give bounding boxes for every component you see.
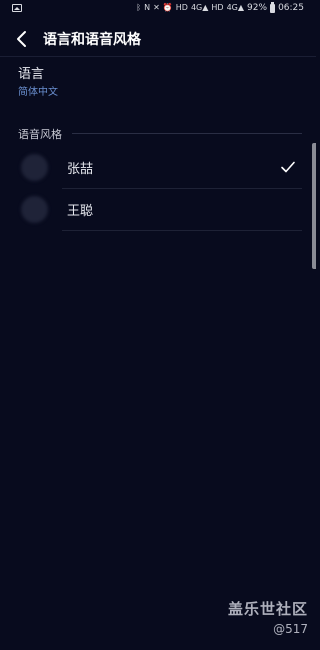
avatar (21, 154, 48, 181)
mute-icon: ✕ (153, 3, 160, 12)
clock: 06:25 (278, 3, 304, 13)
voice-option-wangcong[interactable]: 王聪 (0, 189, 316, 231)
bluetooth-icon: ᛒ (136, 3, 142, 12)
language-setting-row[interactable]: 语言 简体中文 (0, 57, 316, 103)
back-button[interactable] (10, 27, 34, 51)
back-arrow-icon (17, 31, 26, 47)
battery-icon (270, 1, 276, 13)
voice-style-header: 语音风格 (18, 128, 62, 141)
watermark-user: @517 (273, 622, 308, 636)
status-bar: ᛒ N ✕ ⏰ HD 4G▲ HD 4G▲ 92% 06:25 (0, 0, 316, 20)
nfc-icon: N (144, 3, 151, 12)
row-divider (62, 230, 302, 231)
language-title: 语言 (18, 67, 45, 82)
app-bar: 语言和语音风格 (0, 20, 316, 58)
battery-percent: 92% (247, 3, 268, 13)
4g-signal-icon: 4G▲ (190, 3, 209, 12)
section-divider (72, 133, 302, 134)
check-icon (281, 161, 295, 173)
watermark: 盖乐世社区 @517 (228, 598, 308, 636)
4g-signal-icon-2: 4G▲ (226, 3, 245, 12)
scrollbar[interactable] (312, 143, 316, 269)
voice-option-zhangzhe[interactable]: 张喆 (0, 147, 316, 189)
alarm-icon: ⏰ (162, 3, 173, 12)
hd-icon: HD (175, 3, 188, 12)
gallery-icon (12, 4, 22, 12)
voice-name: 张喆 (67, 162, 94, 177)
hd-icon-2: HD (211, 3, 224, 12)
avatar (21, 196, 48, 223)
page-title: 语言和语音风格 (43, 32, 141, 48)
status-right: ᛒ N ✕ ⏰ HD 4G▲ HD 4G▲ 92% 06:25 (136, 1, 304, 13)
status-left (12, 4, 22, 15)
language-value: 简体中文 (18, 87, 58, 98)
watermark-title: 盖乐世社区 (227, 600, 308, 618)
voice-name: 王聪 (67, 204, 94, 219)
